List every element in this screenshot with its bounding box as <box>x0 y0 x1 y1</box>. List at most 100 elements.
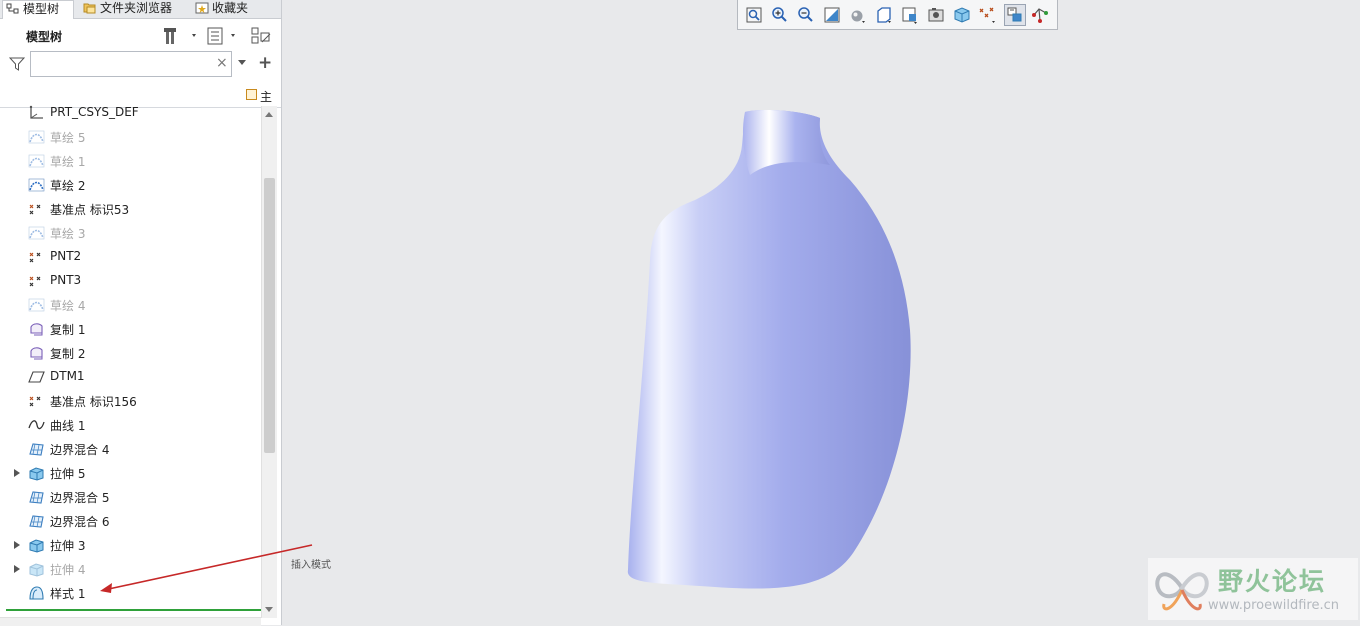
datum-plane-icon <box>28 371 45 383</box>
scrollbar-thumb[interactable] <box>264 178 275 453</box>
extrude-icon <box>29 563 44 577</box>
view-manager-button[interactable] <box>900 5 920 25</box>
tree-node[interactable]: 边界混合 4 <box>0 437 240 461</box>
tree-node[interactable]: PNT2 <box>0 245 240 269</box>
datum-display-button[interactable] <box>978 5 998 25</box>
tab-label: 文件夹浏览器 <box>100 1 173 15</box>
curve-icon <box>28 420 45 430</box>
boundary-blend-icon <box>29 443 44 456</box>
tree-node[interactable]: 草绘 3 <box>0 221 240 245</box>
expand-arrow-icon[interactable] <box>14 565 20 573</box>
copy-surface-icon <box>30 323 43 336</box>
tree-node-label: 基准点 标识53 <box>50 203 130 217</box>
list-icon <box>207 27 235 45</box>
tree-node[interactable]: 基准点 标识53 <box>0 197 240 221</box>
tree-node-label: 拉伸 3 <box>50 539 86 553</box>
watermark-logo-icon <box>1155 572 1209 611</box>
watermark-url: www.proewildfire.cn <box>1208 598 1339 613</box>
watermark: 野火论坛 www.proewildfire.cn <box>1148 558 1358 620</box>
tree-node[interactable]: 拉伸 5 <box>0 461 240 485</box>
tree-node[interactable]: 复制 2 <box>0 341 240 365</box>
add-icon[interactable]: + <box>258 53 272 73</box>
zoom-in-icon <box>772 7 787 22</box>
perspective-icon <box>928 8 944 22</box>
expand-arrow-icon[interactable] <box>14 541 20 549</box>
perspective-button[interactable] <box>926 5 946 25</box>
tree-node[interactable]: 草绘 4 <box>0 293 240 317</box>
tree-node-label: 草绘 1 <box>50 155 86 169</box>
bottle-model-view[interactable] <box>600 100 930 600</box>
datum-point-icon <box>29 252 41 263</box>
refit-icon <box>746 7 762 23</box>
datum-point-icon <box>29 276 41 287</box>
insert-here-marker[interactable] <box>6 609 262 611</box>
tree-search-input[interactable] <box>30 51 232 77</box>
column-header-main[interactable]: 主 <box>246 88 272 105</box>
scroll-up-icon[interactable] <box>265 112 273 117</box>
tree-node[interactable]: PNT3 <box>0 269 240 293</box>
tree-node[interactable]: 边界混合 5 <box>0 485 240 509</box>
annotation-display-button[interactable] <box>1004 4 1026 26</box>
tree-node[interactable]: 复制 1 <box>0 317 240 341</box>
tree-node-label: 草绘 5 <box>50 131 86 145</box>
column-icon <box>246 89 257 100</box>
navigator-tabs: 模型树 文件夹浏览器 收藏夹 <box>0 0 281 19</box>
tree-node-label: DTM1 <box>50 369 85 383</box>
tree-node[interactable]: 草绘 2 <box>0 173 240 197</box>
tree-node-label: 复制 2 <box>50 347 86 361</box>
tree-node-label: 边界混合 5 <box>50 491 110 505</box>
filter-icon[interactable] <box>9 56 25 72</box>
tree-node-label: 拉伸 5 <box>50 467 86 481</box>
tree-node[interactable]: DTM1 <box>0 365 240 389</box>
tree-title: 模型树 <box>26 30 63 44</box>
folder-browser-icon <box>83 3 96 14</box>
model-display-button[interactable] <box>1030 5 1050 25</box>
zoom-out-icon <box>798 7 813 22</box>
tree-node[interactable]: 边界混合 6 <box>0 509 240 533</box>
tab-label: 收藏夹 <box>212 1 249 15</box>
tree-show-button[interactable] <box>206 26 244 46</box>
tree-node-label: 复制 1 <box>50 323 86 337</box>
boundary-blend-icon <box>29 491 44 504</box>
view-manager-icon <box>902 7 917 24</box>
tree-node[interactable]: PRT_CSYS_DEF <box>0 101 240 125</box>
tree-node-label: 拉伸 4 <box>50 563 86 577</box>
tree-node-label: PNT2 <box>50 249 82 263</box>
repaint-icon <box>824 7 840 23</box>
tree-node-label: 草绘 4 <box>50 299 86 313</box>
tree-node[interactable]: 基准点 标识156 <box>0 389 240 413</box>
sketch-icon <box>28 298 45 312</box>
saved-orientations-button[interactable] <box>874 5 894 25</box>
clear-search-icon[interactable]: × <box>216 55 228 71</box>
tree-node-label: 基准点 标识156 <box>50 395 137 409</box>
search-dropdown-icon[interactable] <box>238 60 246 65</box>
spin-center-button[interactable] <box>952 5 972 25</box>
model-tree-icon <box>6 3 19 14</box>
repaint-button[interactable] <box>822 5 842 25</box>
tab-model-tree[interactable]: 模型树 <box>2 0 74 19</box>
display-style-button[interactable] <box>848 5 868 25</box>
tree-node[interactable]: 曲线 1 <box>0 413 240 437</box>
refit-button[interactable] <box>744 5 764 25</box>
zoom-in-button[interactable] <box>770 5 790 25</box>
tab-favorites[interactable]: 收藏夹 <box>192 0 272 18</box>
boundary-blend-icon <box>29 515 44 528</box>
tree-node[interactable]: 草绘 1 <box>0 149 240 173</box>
tree-node-label: PRT_CSYS_DEF <box>50 105 139 119</box>
tree-node-label: 样式 1 <box>50 587 86 601</box>
zoom-out-button[interactable] <box>796 5 816 25</box>
spin-center-icon <box>954 7 970 23</box>
tree-node-label: 曲线 1 <box>50 419 86 433</box>
display-style-icon <box>851 10 865 23</box>
tree-node[interactable]: 草绘 5 <box>0 125 240 149</box>
tab-label: 模型树 <box>23 2 60 16</box>
tab-folder-browser[interactable]: 文件夹浏览器 <box>80 0 186 18</box>
tree-columns-button[interactable] <box>250 26 274 46</box>
expand-arrow-icon[interactable] <box>14 469 20 477</box>
tree-node-label: 边界混合 6 <box>50 515 110 529</box>
sketch-icon <box>28 226 45 240</box>
tree-node-label: PNT3 <box>50 273 82 287</box>
scroll-down-icon[interactable] <box>265 607 273 612</box>
extrude-icon <box>29 467 44 481</box>
tree-settings-button[interactable] <box>163 26 203 46</box>
